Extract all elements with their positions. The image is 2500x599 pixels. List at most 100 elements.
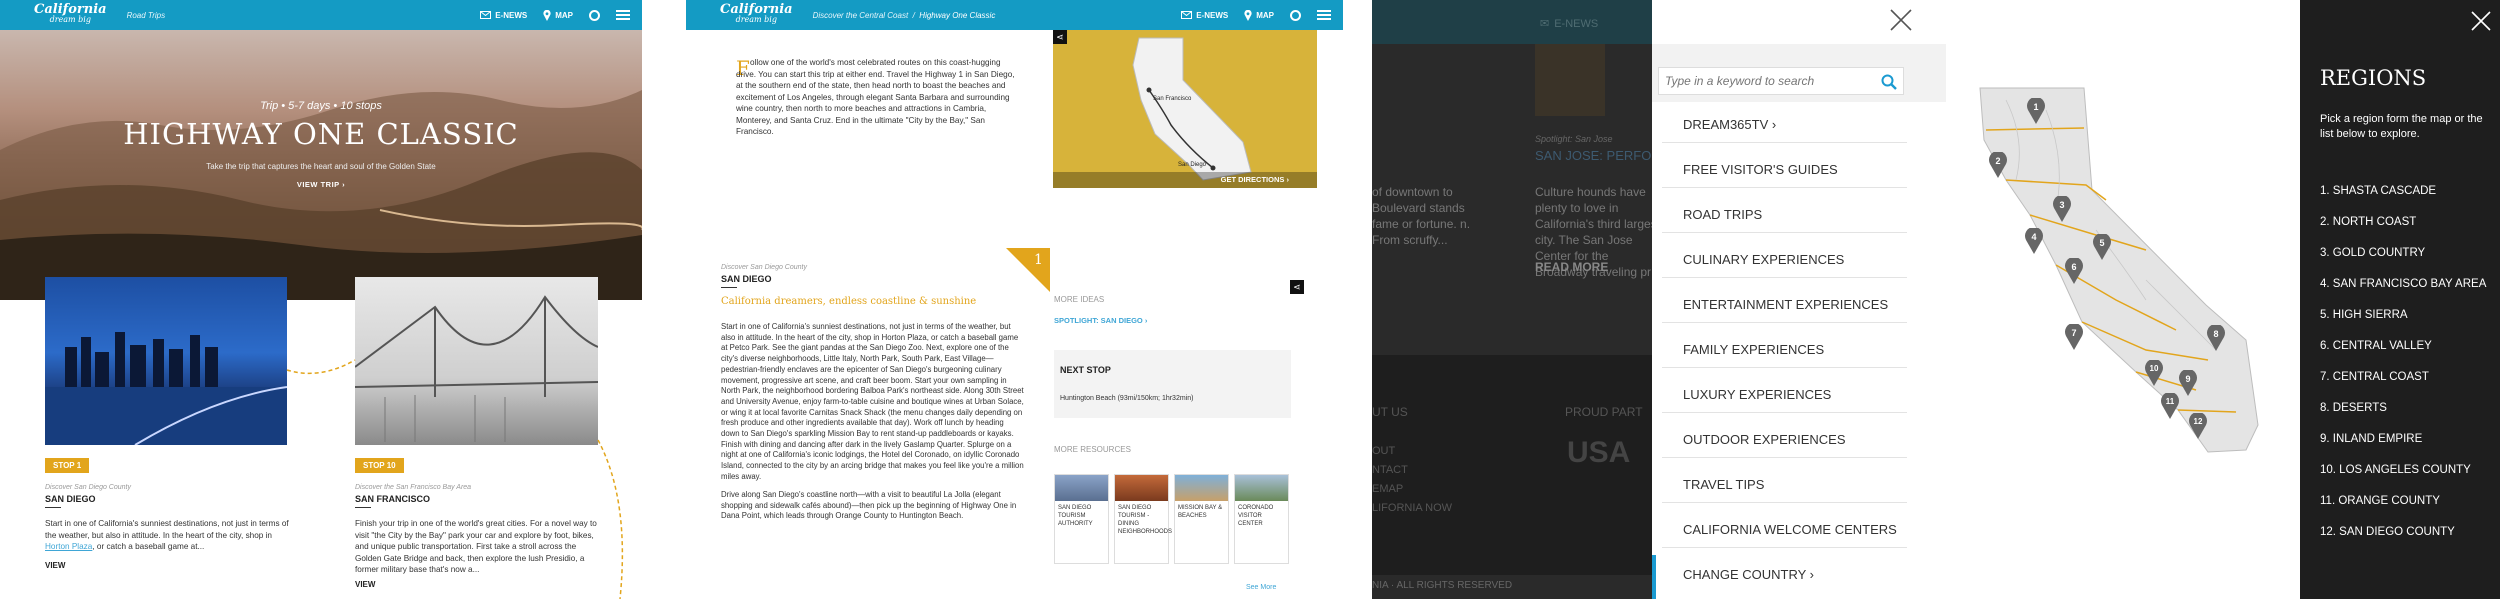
share-icon[interactable]: ⋖ bbox=[1053, 30, 1067, 44]
stop-name: SAN DIEGO bbox=[721, 274, 772, 288]
resource-card[interactable]: SAN DIEGO TOURISM AUTHORITY bbox=[1054, 474, 1109, 564]
region-item[interactable]: 11. ORANGE COUNTY bbox=[2320, 495, 2440, 507]
hamburger-menu-icon[interactable] bbox=[616, 10, 630, 20]
map-pin-3[interactable]: 3 bbox=[2052, 194, 2072, 222]
hamburger-menu-icon[interactable] bbox=[1317, 10, 1331, 20]
menu-divider bbox=[1662, 187, 1907, 188]
menu-item-outdoor[interactable]: OUTDOOR EXPERIENCES bbox=[1683, 432, 1846, 447]
view-trip-link[interactable]: VIEW TRIP › bbox=[0, 180, 642, 189]
hero-subtitle: Take the trip that captures the heart an… bbox=[206, 162, 436, 171]
region-item[interactable]: 1. SHASTA CASCADE bbox=[2320, 185, 2436, 197]
see-more-link[interactable]: See More bbox=[1246, 584, 1276, 591]
footer-link[interactable]: OUT bbox=[1372, 445, 1395, 457]
search-input[interactable] bbox=[1665, 72, 1870, 90]
region-item[interactable]: 12. SAN DIEGO COUNTY bbox=[2320, 526, 2455, 538]
breadcrumb: Road Trips bbox=[127, 11, 166, 20]
hero-title: HIGHWAY ONE CLASSIC bbox=[123, 117, 519, 151]
breadcrumb-road-trips[interactable]: Road Trips bbox=[127, 11, 166, 20]
search-icon[interactable] bbox=[1290, 9, 1301, 21]
california-logo[interactable]: California dream big bbox=[34, 3, 107, 25]
nav-actions: E-NEWS MAP bbox=[480, 0, 630, 30]
close-icon[interactable] bbox=[2470, 10, 2492, 32]
california-logo[interactable]: California dream big bbox=[720, 3, 793, 25]
stop-1-view-link[interactable]: VIEW bbox=[45, 561, 65, 570]
map-pin-9[interactable]: 9 bbox=[2178, 368, 2198, 396]
menu-item-dream365tv[interactable]: DREAM365TV › bbox=[1683, 117, 1776, 132]
map-pin-6[interactable]: 6 bbox=[2064, 256, 2084, 284]
spotlight-link[interactable]: SPOTLIGHT: SAN DIEGO › bbox=[1054, 316, 1147, 325]
map-pin-2[interactable]: 2 bbox=[1988, 150, 2008, 178]
menu-item-change-country[interactable]: CHANGE COUNTRY › bbox=[1683, 567, 1814, 582]
map-link[interactable]: MAP bbox=[1244, 9, 1274, 21]
san-francisco-photo[interactable] bbox=[355, 277, 598, 445]
resource-card[interactable]: MISSION BAY & BEACHES bbox=[1174, 474, 1229, 564]
region-item[interactable]: 6. CENTRAL VALLEY bbox=[2320, 340, 2432, 352]
menu-item-entertainment[interactable]: ENTERTAINMENT EXPERIENCES bbox=[1683, 297, 1888, 312]
menu-item-luxury[interactable]: LUXURY EXPERIENCES bbox=[1683, 387, 1831, 402]
region-item[interactable]: 4. SAN FRANCISCO BAY AREA bbox=[2320, 278, 2486, 290]
search-box bbox=[1658, 67, 1904, 95]
intro-paragraph: ollow one of the world's most celebrated… bbox=[736, 58, 1015, 136]
breadcrumb-central-coast[interactable]: Discover the Central Coast bbox=[813, 11, 909, 20]
route-map[interactable]: San Francisco San Diego ⋖ GET DIRECTIONS… bbox=[1053, 30, 1317, 188]
region-item[interactable]: 8. DESERTS bbox=[2320, 402, 2387, 414]
footer-link[interactable]: LIFORNIA NOW bbox=[1372, 502, 1452, 514]
region-item[interactable]: 9. INLAND EMPIRE bbox=[2320, 433, 2422, 445]
read-more-link[interactable]: READ MORE bbox=[1535, 260, 1608, 274]
stop-10-tag: STOP 10 bbox=[355, 458, 404, 473]
region-item[interactable]: 5. HIGH SIERRA bbox=[2320, 309, 2408, 321]
region-item[interactable]: 7. CENTRAL COAST bbox=[2320, 371, 2429, 383]
map-pin-1[interactable]: 1 bbox=[2026, 96, 2046, 124]
enews-link[interactable]: E-NEWS bbox=[480, 11, 527, 20]
footer-link[interactable]: NTACT bbox=[1372, 464, 1408, 476]
footer-link[interactable]: EMAP bbox=[1372, 483, 1403, 495]
map-pin-5[interactable]: 5 bbox=[2092, 232, 2112, 260]
map-pin-8[interactable]: 8 bbox=[2206, 323, 2226, 351]
region-item[interactable]: 2. NORTH COAST bbox=[2320, 216, 2416, 228]
san-diego-photo[interactable] bbox=[45, 277, 287, 445]
share-icon[interactable]: ⋖ bbox=[1290, 280, 1304, 294]
enews-link[interactable]: ✉ E-NEWS bbox=[1540, 17, 1598, 31]
active-menu-bar bbox=[1652, 555, 1656, 599]
menu-divider bbox=[1662, 412, 1907, 413]
top-nav: California dream big Road Trips E-NEWS M… bbox=[0, 0, 642, 30]
map-label-sd: San Diego bbox=[1178, 162, 1207, 168]
menu-item-culinary[interactable]: CULINARY EXPERIENCES bbox=[1683, 252, 1844, 267]
menu-item-free-visitors-guides[interactable]: FREE VISITOR'S GUIDES bbox=[1683, 162, 1838, 177]
stop-tagline: California dreamers, endless coastline &… bbox=[721, 296, 977, 307]
dimmed-photo bbox=[1535, 44, 1605, 116]
map-link[interactable]: MAP bbox=[543, 9, 573, 21]
map-pin-7[interactable]: 7 bbox=[2064, 322, 2084, 350]
search-icon[interactable] bbox=[1881, 74, 1897, 90]
map-pin-4[interactable]: 4 bbox=[2024, 226, 2044, 254]
map-pin-11[interactable]: 11 bbox=[2160, 391, 2180, 419]
close-icon[interactable] bbox=[1889, 8, 1913, 32]
menu-divider bbox=[1662, 277, 1907, 278]
menu-item-travel-tips[interactable]: TRAVEL TIPS bbox=[1683, 477, 1764, 492]
resource-card[interactable]: SAN DIEGO TOURISM - DINING NEIGHBORHOODS bbox=[1114, 474, 1172, 564]
region-item[interactable]: 3. GOLD COUNTRY bbox=[2320, 247, 2425, 259]
menu-divider bbox=[1662, 322, 1907, 323]
menu-divider bbox=[1662, 457, 1907, 458]
next-stop-value[interactable]: Huntington Beach (93mi/150km; 1hr32min) bbox=[1060, 395, 1193, 402]
map-pin-12[interactable]: 12 bbox=[2188, 411, 2208, 439]
map-pin-10[interactable]: 10 bbox=[2144, 358, 2164, 386]
next-stop-title: NEXT STOP bbox=[1060, 365, 1111, 375]
regions-title: REGIONS bbox=[2320, 66, 2427, 90]
golden-gate-image bbox=[355, 295, 598, 442]
dimmed-text-1: of downtown to Boulevard stands fame or … bbox=[1372, 185, 1471, 247]
enews-link[interactable]: E-NEWS bbox=[1181, 11, 1228, 20]
stop-10-eyebrow: Discover the San Francisco Bay Area bbox=[355, 484, 472, 491]
stop-1-summary: Start in one of California's sunniest de… bbox=[45, 519, 289, 551]
resource-card[interactable]: CORONADO VISITOR CENTER bbox=[1234, 474, 1289, 564]
menu-item-welcome-centers[interactable]: CALIFORNIA WELCOME CENTERS bbox=[1683, 522, 1897, 537]
menu-item-family[interactable]: FAMILY EXPERIENCES bbox=[1683, 342, 1824, 357]
stop-1-eyebrow: Discover San Diego County bbox=[45, 484, 131, 491]
search-icon[interactable] bbox=[589, 9, 600, 21]
region-item[interactable]: 10. LOS ANGELES COUNTY bbox=[2320, 464, 2471, 476]
get-directions-button[interactable]: GET DIRECTIONS › bbox=[1053, 172, 1317, 188]
menu-item-road-trips[interactable]: ROAD TRIPS bbox=[1683, 207, 1762, 222]
stop-10-view-link[interactable]: VIEW bbox=[355, 580, 375, 589]
horton-plaza-link[interactable]: Horton Plaza bbox=[45, 542, 92, 551]
panel-stop-detail: California dream big Discover the Centra… bbox=[686, 0, 1343, 599]
